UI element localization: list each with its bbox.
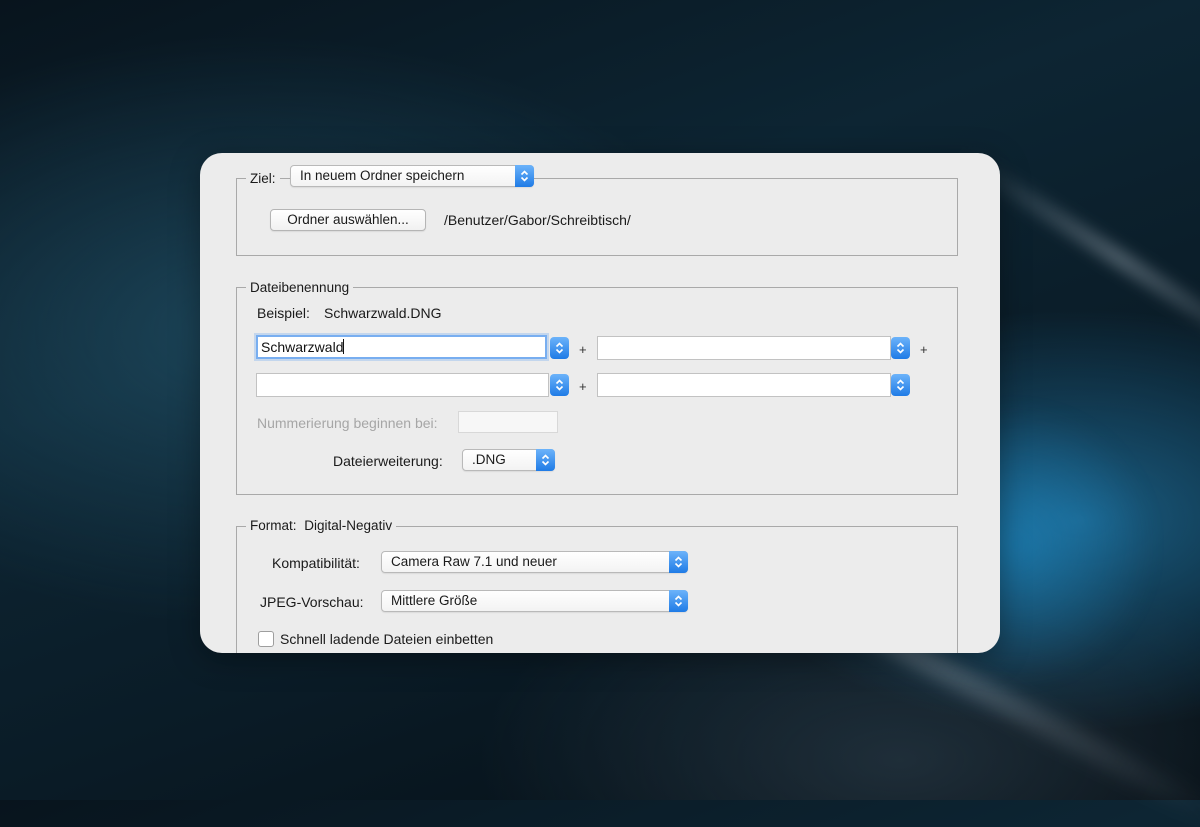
naming-field-2-menu-button[interactable] bbox=[891, 337, 910, 359]
chevron-updown-icon bbox=[555, 342, 564, 354]
text-cursor bbox=[343, 339, 345, 354]
jpeg-preview-popup-value: Mittlere Größe bbox=[391, 593, 478, 608]
format-label: Format: bbox=[250, 518, 297, 533]
naming-field-3-menu-button[interactable] bbox=[550, 374, 569, 396]
chevron-updown-icon bbox=[555, 379, 564, 391]
format-value: Digital-Negativ bbox=[304, 518, 393, 533]
naming-field-4[interactable] bbox=[597, 373, 891, 397]
file-naming-title: Dateibenennung bbox=[246, 278, 354, 298]
plus-sign: + bbox=[920, 342, 928, 357]
naming-field-2[interactable] bbox=[597, 336, 891, 360]
example-value: Schwarzwald.DNG bbox=[324, 305, 442, 321]
chevron-updown-icon bbox=[669, 551, 688, 573]
jpeg-preview-popup[interactable]: Mittlere Größe bbox=[381, 590, 688, 612]
plus-sign: + bbox=[579, 342, 587, 357]
numbering-start-field[interactable] bbox=[458, 411, 558, 433]
compatibility-popup-value: Camera Raw 7.1 und neuer bbox=[391, 554, 557, 569]
extension-popup[interactable]: .DNG bbox=[462, 449, 555, 471]
numbering-start-label: Nummerierung beginnen bei: bbox=[257, 415, 438, 431]
embed-fast-load-label[interactable]: Schnell ladende Dateien einbetten bbox=[280, 631, 493, 647]
naming-field-4-menu-button[interactable] bbox=[891, 374, 910, 396]
destination-popup[interactable]: In neuem Ordner speichern bbox=[290, 165, 534, 187]
choose-folder-button[interactable]: Ordner auswählen... bbox=[270, 209, 426, 231]
extension-label: Dateierweiterung: bbox=[333, 453, 443, 469]
chevron-updown-icon bbox=[515, 165, 534, 187]
naming-field-3[interactable] bbox=[256, 373, 549, 397]
compatibility-label: Kompatibilität: bbox=[272, 555, 360, 571]
destination-popup-value: In neuem Ordner speichern bbox=[300, 168, 465, 183]
chevron-updown-icon bbox=[896, 379, 905, 391]
chevron-updown-icon bbox=[896, 342, 905, 354]
save-options-dialog: Ziel: In neuem Ordner speichern Ordner a… bbox=[200, 153, 1000, 653]
destination-path: /Benutzer/Gabor/Schreibtisch/ bbox=[444, 212, 631, 228]
plus-sign: + bbox=[579, 379, 587, 394]
format-legend: Format: Digital-Negativ bbox=[246, 516, 397, 536]
naming-field-1[interactable]: Schwarzwald bbox=[256, 335, 547, 359]
embed-fast-load-checkbox[interactable] bbox=[258, 631, 274, 647]
naming-field-1-value: Schwarzwald bbox=[261, 339, 344, 355]
jpeg-preview-label: JPEG-Vorschau: bbox=[260, 594, 364, 610]
chevron-updown-icon bbox=[536, 449, 555, 471]
compatibility-popup[interactable]: Camera Raw 7.1 und neuer bbox=[381, 551, 688, 573]
naming-field-1-menu-button[interactable] bbox=[550, 337, 569, 359]
extension-popup-value: .DNG bbox=[472, 452, 506, 467]
destination-label: Ziel: bbox=[246, 169, 280, 189]
example-label: Beispiel: bbox=[257, 305, 310, 321]
chevron-updown-icon bbox=[669, 590, 688, 612]
